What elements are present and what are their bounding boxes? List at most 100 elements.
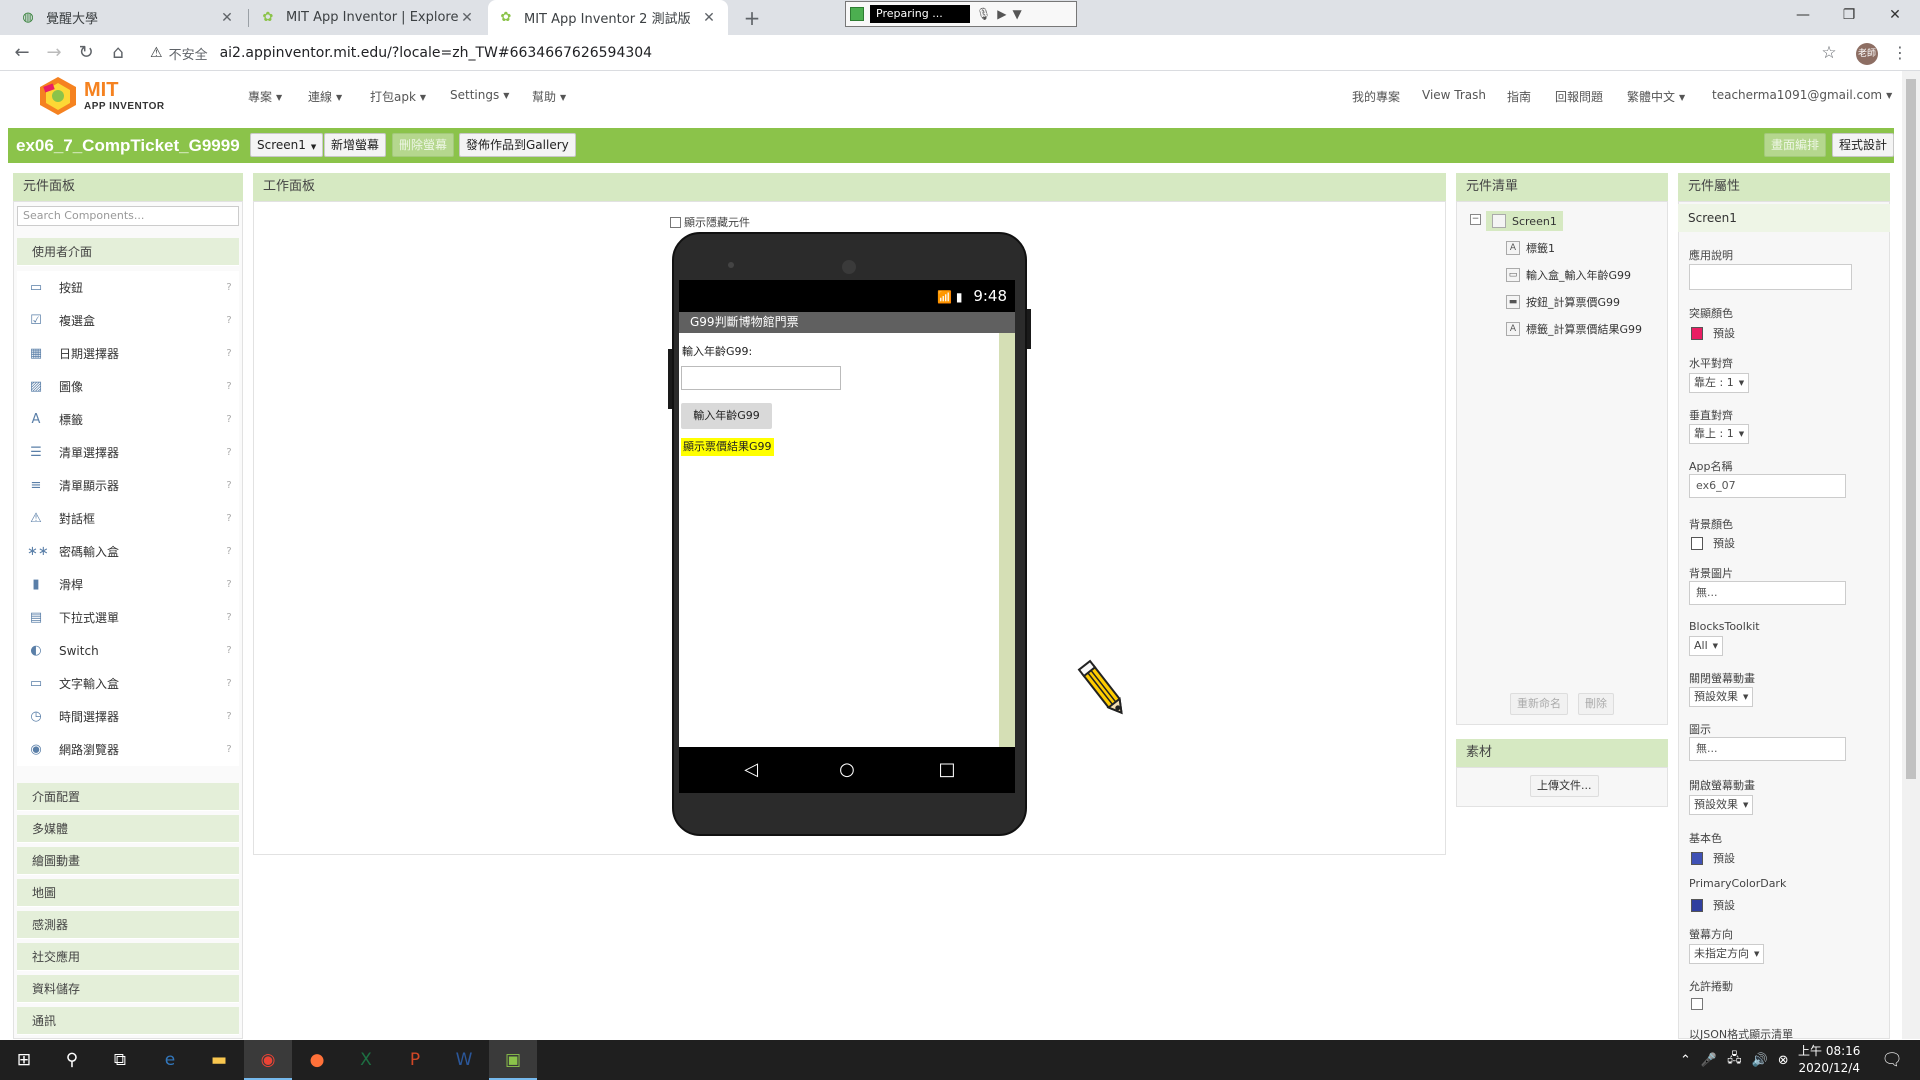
- palette-item[interactable]: ☰ 清單選擇器?: [17, 436, 239, 469]
- prop-icon-input[interactable]: 無...: [1689, 737, 1846, 761]
- palette-item[interactable]: ≡ 清單顯示器?: [17, 469, 239, 502]
- help-icon[interactable]: ?: [219, 447, 239, 458]
- camera-icon[interactable]: ▶: [997, 7, 1006, 21]
- file-explorer-icon[interactable]: ▬: [195, 1040, 243, 1080]
- close-icon[interactable]: ✕: [700, 10, 718, 26]
- browser-tab-2[interactable]: ✿ MIT App Inventor | Explore MIT ✕: [250, 0, 486, 35]
- palette-item[interactable]: ◐ Switch?: [17, 634, 239, 667]
- app-inventor-logo[interactable]: MIT APP INVENTOR: [36, 75, 186, 117]
- home-icon[interactable]: ⌂: [104, 39, 132, 67]
- help-icon[interactable]: ?: [219, 282, 239, 293]
- prop-appname-input[interactable]: ex6_07: [1689, 474, 1846, 498]
- prop-bgimage-input[interactable]: 無...: [1689, 581, 1846, 605]
- scrollbar-thumb[interactable]: [1906, 79, 1916, 779]
- task-view-icon[interactable]: ⧉: [96, 1040, 144, 1080]
- palette-item[interactable]: ◷ 時間選擇器?: [17, 700, 239, 733]
- palette-item[interactable]: ▤ 下拉式選單?: [17, 601, 239, 634]
- window-close-icon[interactable]: ✕: [1872, 0, 1918, 30]
- help-icon[interactable]: ?: [219, 414, 239, 425]
- taskbar-clock[interactable]: 上午 08:16 2020/12/4: [1798, 1043, 1860, 1077]
- blocks-button[interactable]: 程式設計: [1832, 133, 1895, 157]
- upload-file-button[interactable]: 上傳文件...: [1530, 775, 1599, 797]
- designer-button[interactable]: 畫面編排: [1764, 133, 1827, 157]
- close-circle-icon[interactable]: ⊗: [1778, 1053, 1789, 1068]
- collapse-icon[interactable]: −: [1470, 214, 1481, 225]
- checkbox-icon[interactable]: [670, 216, 681, 228]
- new-tab-button[interactable]: +: [738, 4, 766, 32]
- star-icon[interactable]: ☆: [1815, 39, 1843, 67]
- microphone-icon[interactable]: 🎙: [976, 7, 991, 21]
- prop-orientation-dropdown[interactable]: 未指定方向 ▼: [1689, 944, 1765, 964]
- help-icon[interactable]: ?: [219, 645, 239, 656]
- volume-icon[interactable]: 🔊: [1752, 1053, 1768, 1068]
- record-indicator-icon[interactable]: [850, 7, 864, 21]
- phone-screen[interactable]: [679, 333, 999, 747]
- show-hidden-components-checkbox[interactable]: 顯示隱藏元件: [670, 214, 750, 230]
- prop-scrollable-checkbox[interactable]: [1691, 998, 1703, 1010]
- tree-item[interactable]: ▭ 輸入盒_輸入年齡G99: [1506, 267, 1631, 283]
- prop-blocks-toolkit-dropdown[interactable]: All ▼: [1689, 636, 1724, 656]
- publish-gallery-button[interactable]: 發佈作品到Gallery: [459, 133, 576, 157]
- help-icon[interactable]: ?: [219, 678, 239, 689]
- prop-halign-dropdown[interactable]: 靠左 : 1 ▼: [1689, 373, 1750, 393]
- more-vert-icon[interactable]: ⋮: [1888, 39, 1912, 67]
- prop-bgcolor-color[interactable]: 預設: [1691, 535, 1735, 551]
- remove-screen-button[interactable]: 刪除螢幕: [392, 133, 455, 157]
- browser-tab-1[interactable]: ◍ 覺醒大學 ✕: [10, 0, 246, 35]
- url-field[interactable]: ⚠ 不安全 ai2.appinventor.mit.edu/?locale=zh…: [140, 39, 1820, 67]
- word-icon[interactable]: W: [440, 1040, 488, 1080]
- start-icon[interactable]: ⊞: [0, 1040, 48, 1080]
- phone-label-result[interactable]: 顯示票價結果G99: [681, 438, 774, 456]
- palette-category[interactable]: 地圖: [17, 879, 239, 907]
- forward-icon[interactable]: →: [40, 39, 68, 67]
- palette-item[interactable]: ▮ 滑桿?: [17, 568, 239, 601]
- app-icon[interactable]: ▣: [489, 1040, 537, 1080]
- help-icon[interactable]: ?: [219, 579, 239, 590]
- menu-account[interactable]: teacherma1091@gmail.com ▼: [1712, 88, 1892, 102]
- help-icon[interactable]: ?: [219, 348, 239, 359]
- palette-category[interactable]: 介面配置: [17, 783, 239, 811]
- screen-select[interactable]: Screen1 ▼: [250, 133, 324, 157]
- palette-category[interactable]: 社交應用: [17, 943, 239, 971]
- tree-item[interactable]: A 標籤_計算票價結果G99: [1506, 321, 1642, 337]
- palette-item[interactable]: ▭ 按鈕?: [17, 271, 239, 304]
- tree-item[interactable]: A 標籤1: [1506, 240, 1555, 256]
- reload-icon[interactable]: ↻: [72, 39, 100, 67]
- firefox-icon[interactable]: ●: [293, 1040, 341, 1080]
- prop-primary-color[interactable]: 預設: [1691, 850, 1735, 866]
- palette-item[interactable]: ▨ 圖像?: [17, 370, 239, 403]
- menu-language[interactable]: 繁體中文 ▼: [1627, 88, 1685, 105]
- help-icon[interactable]: ?: [219, 381, 239, 392]
- network-icon[interactable]: 🖧: [1727, 1049, 1742, 1071]
- tree-item[interactable]: ▬ 按鈕_計算票價G99: [1506, 294, 1620, 310]
- palette-category[interactable]: 資料儲存: [17, 975, 239, 1003]
- page-scrollbar[interactable]: [1902, 71, 1920, 1039]
- menu-view-trash[interactable]: View Trash: [1422, 88, 1486, 102]
- palette-item[interactable]: A 標籤?: [17, 403, 239, 436]
- edge-icon[interactable]: e: [146, 1040, 194, 1080]
- minimize-icon[interactable]: —: [1780, 0, 1826, 30]
- help-icon[interactable]: ?: [219, 315, 239, 326]
- prop-close-anim-dropdown[interactable]: 預設效果 ▼: [1689, 687, 1754, 707]
- palette-category[interactable]: 多媒體: [17, 815, 239, 843]
- excel-icon[interactable]: X: [342, 1040, 390, 1080]
- help-icon[interactable]: ?: [219, 744, 239, 755]
- phone-button-calc[interactable]: 輸入年齡G99: [681, 403, 772, 429]
- warning-icon[interactable]: ⚠: [150, 45, 163, 61]
- menu-connect[interactable]: 連線 ▼: [308, 88, 342, 105]
- component-search-input[interactable]: Search Components...: [17, 206, 239, 226]
- help-icon[interactable]: ?: [219, 480, 239, 491]
- avatar[interactable]: 老師: [1856, 43, 1878, 65]
- chrome-icon[interactable]: ◉: [244, 1040, 292, 1080]
- rename-button[interactable]: 重新命名: [1510, 693, 1568, 715]
- help-icon[interactable]: ?: [219, 612, 239, 623]
- prop-valign-dropdown[interactable]: 靠上 : 1 ▼: [1689, 424, 1750, 444]
- menu-settings[interactable]: Settings ▼: [450, 88, 509, 102]
- prop-open-anim-dropdown[interactable]: 預設效果 ▼: [1689, 795, 1754, 815]
- menu-guide[interactable]: 指南: [1507, 88, 1531, 105]
- palette-item[interactable]: ∗∗ 密碼輸入盒?: [17, 535, 239, 568]
- phone-textbox-age[interactable]: [681, 366, 841, 390]
- restore-icon[interactable]: ❐: [1826, 0, 1872, 30]
- help-icon[interactable]: ?: [219, 513, 239, 524]
- palette-item[interactable]: ⚠ 對話框?: [17, 502, 239, 535]
